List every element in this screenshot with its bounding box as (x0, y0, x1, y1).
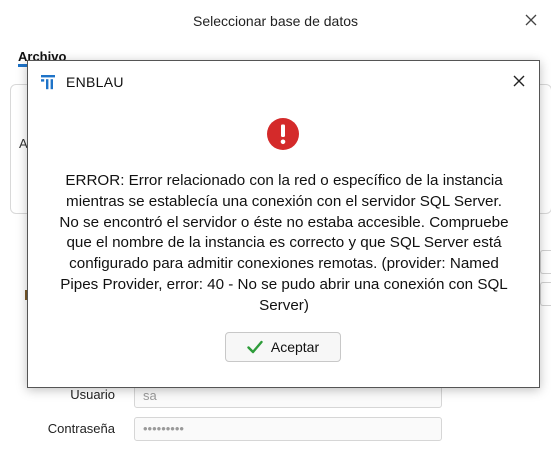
close-icon (513, 75, 525, 87)
background-close-button[interactable] (521, 10, 541, 30)
background-window-titlebar: Seleccionar base de datos (0, 0, 551, 44)
error-icon (267, 118, 299, 150)
password-field[interactable]: ••••••••• (134, 417, 442, 441)
check-icon (247, 340, 263, 354)
password-label: Contraseña (47, 421, 115, 436)
background-field-edge (540, 282, 551, 306)
dialog-title: ENBLAU (66, 74, 124, 90)
error-message: ERROR: Error relacionado con la red o es… (59, 172, 509, 314)
user-label: Usuario (70, 387, 115, 402)
background-window-title: Seleccionar base de datos (193, 13, 358, 29)
close-icon (525, 14, 537, 26)
accept-button-label: Aceptar (270, 339, 320, 355)
dialog-close-button[interactable] (509, 71, 529, 91)
background-field-edge (540, 250, 551, 274)
enblau-logo-icon (41, 75, 55, 90)
error-dialog: ENBLAU ERROR: Error relacionado con la r… (27, 60, 540, 388)
accept-button[interactable]: Aceptar (225, 332, 341, 362)
